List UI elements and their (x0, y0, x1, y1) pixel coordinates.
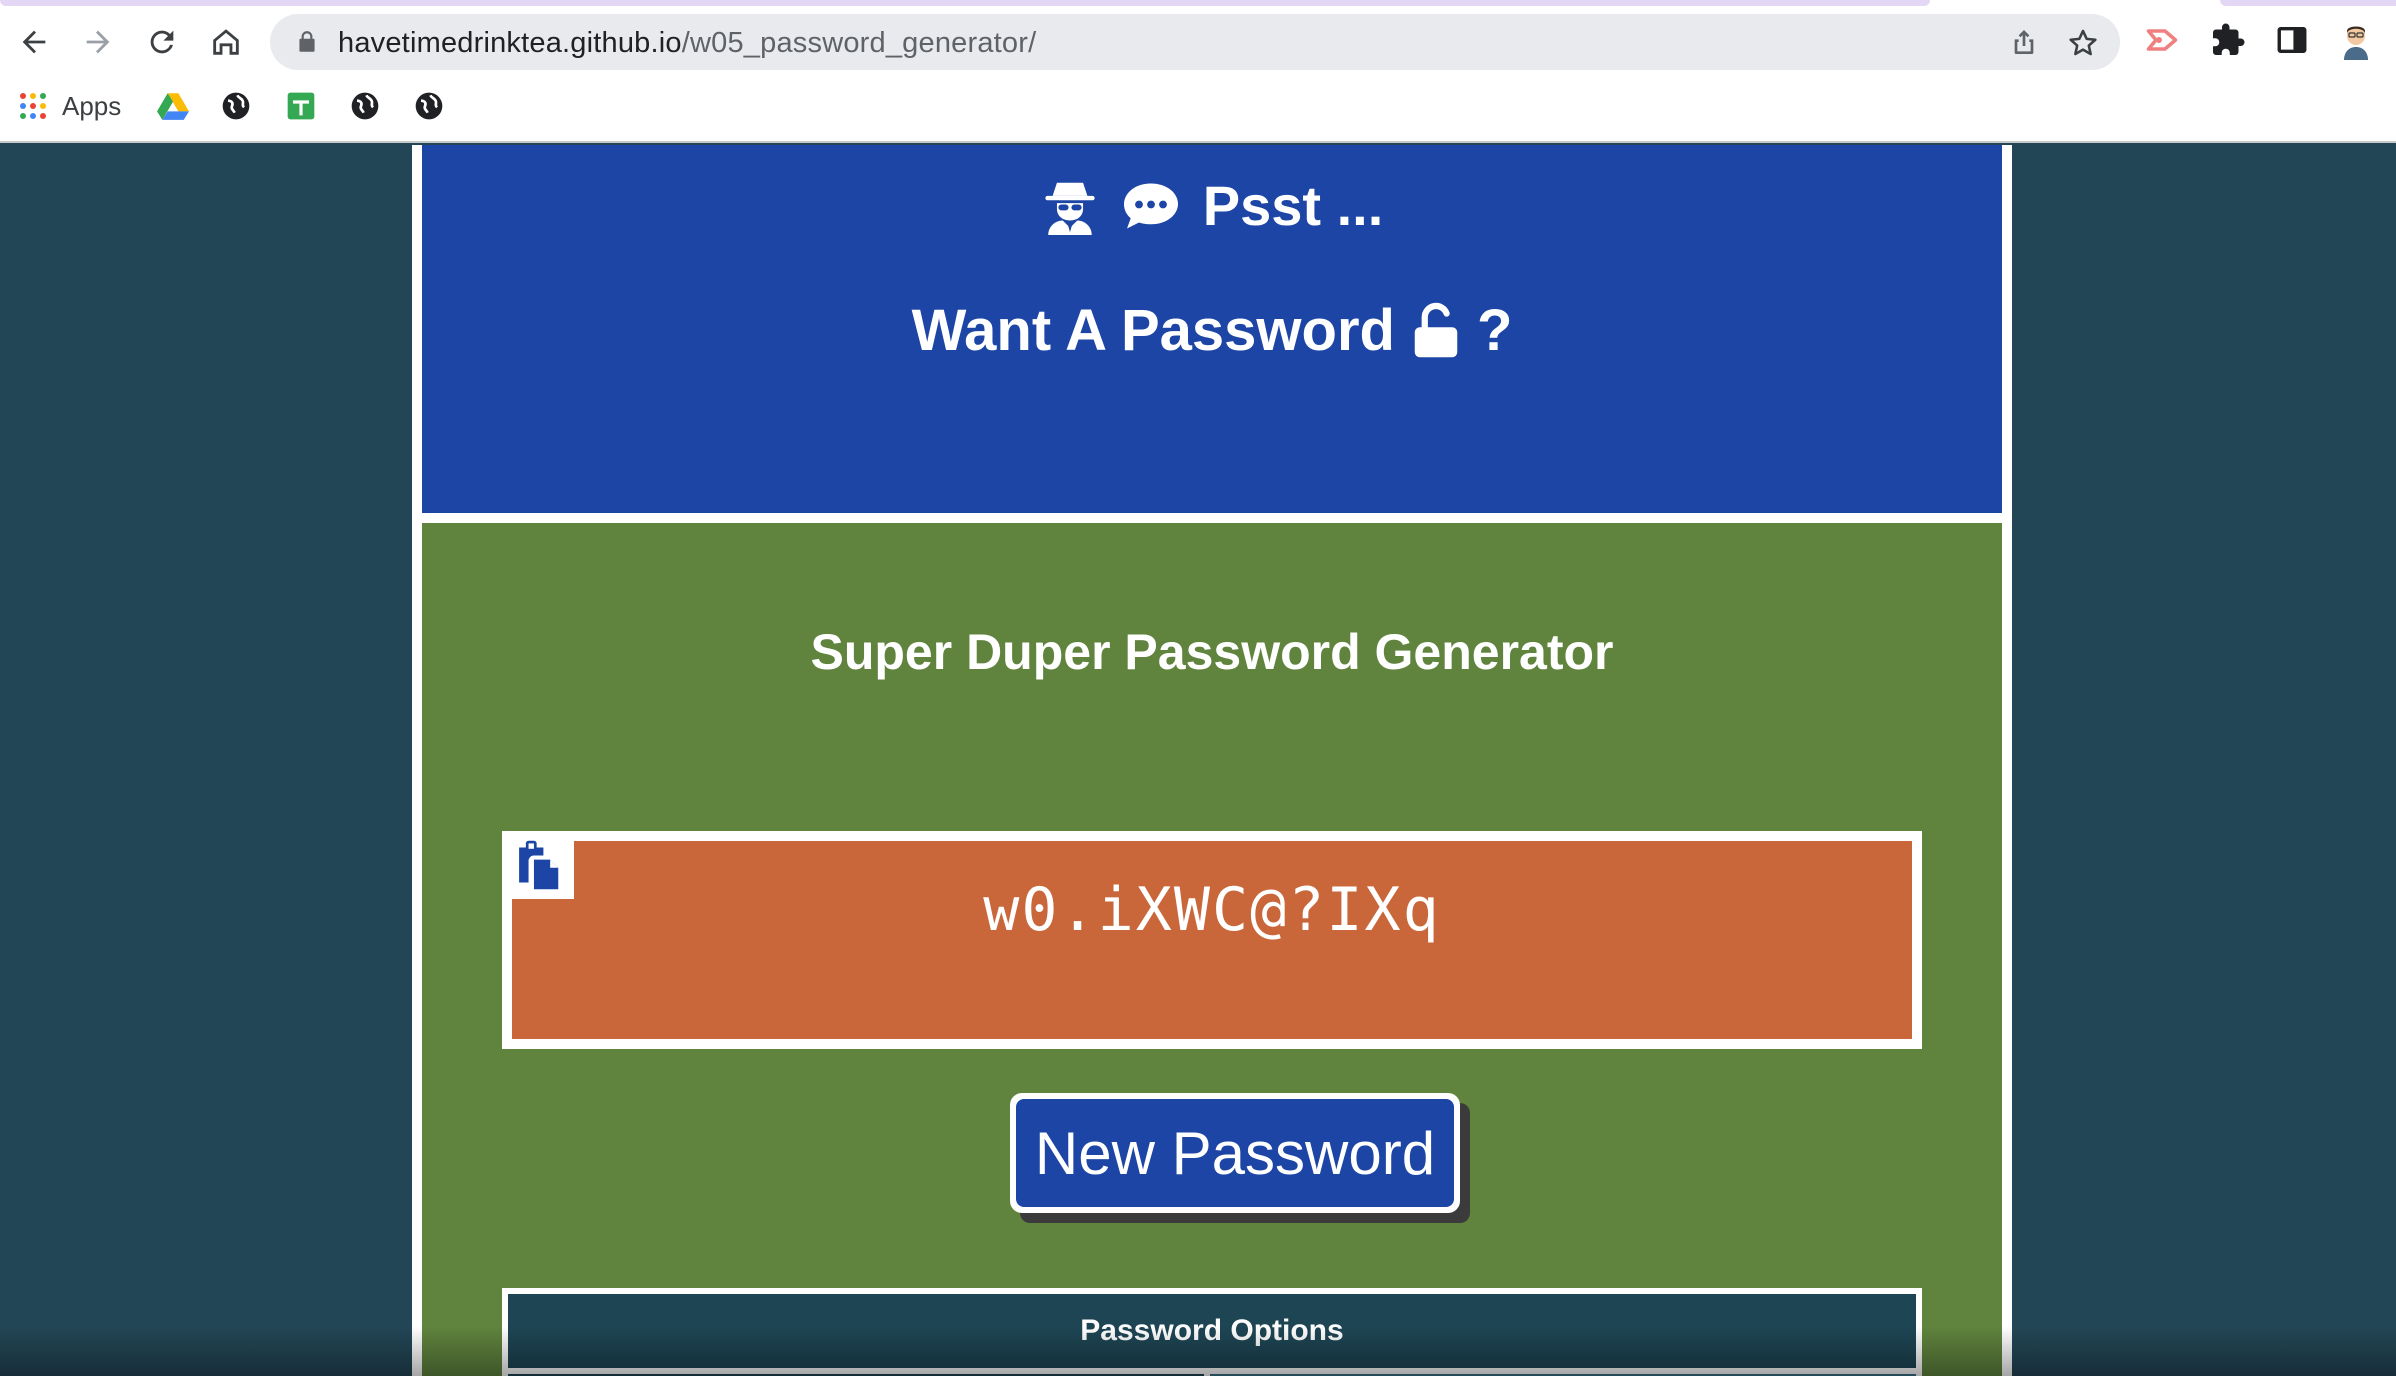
forward-button[interactable] (74, 18, 122, 66)
page-viewport: Psst ... Want A Password ? Super Duper P… (0, 145, 2396, 1376)
banner-line-1: Psst ... (422, 173, 2002, 238)
bookmark-google-drive[interactable] (157, 86, 189, 126)
generator-card: Super Duper Password Generator w0.iXWC@?… (412, 513, 2012, 1376)
back-button[interactable] (10, 18, 58, 66)
bookmark-globe-3[interactable] (413, 86, 445, 126)
bookmark-google-sheets[interactable] (285, 86, 317, 126)
home-button[interactable] (202, 18, 250, 66)
generator-card-body: Super Duper Password Generator w0.iXWC@?… (422, 523, 2002, 1376)
banner-psst-text: Psst ... (1202, 174, 1384, 237)
banner-line-2: Want A Password ? (422, 297, 2002, 364)
globe-icon (351, 92, 379, 120)
banner-question-mark: ? (1476, 298, 1513, 363)
spy-icon (1045, 182, 1095, 235)
url-path: /w05_password_generator/ (681, 27, 1037, 59)
url-text: havetimedrinktea.github.io/w05_password_… (338, 27, 1036, 60)
profile-avatar[interactable] (2336, 20, 2376, 60)
address-bar[interactable]: havetimedrinktea.github.io/w05_password_… (270, 14, 2120, 70)
password-options-header: Password Options (508, 1294, 1916, 1368)
header-banner-body: Psst ... Want A Password ? (422, 145, 2002, 569)
globe-icon (222, 92, 250, 120)
arrow-left-icon (22, 30, 46, 54)
tab-strip-edge (0, 0, 2396, 6)
apps-grid-icon (20, 93, 46, 119)
password-display: w0.iXWC@?IXq (502, 831, 1922, 1049)
extension-cast-icon[interactable] (2142, 20, 2182, 60)
new-password-button[interactable]: New Password (1010, 1093, 1460, 1213)
google-drive-icon (157, 93, 189, 120)
password-display-body: w0.iXWC@?IXq (512, 841, 1912, 1039)
share-icon[interactable] (2008, 26, 2040, 58)
side-panel-icon[interactable] (2272, 20, 2312, 60)
copy-password-button[interactable] (502, 831, 574, 899)
bookmark-star-icon[interactable] (2066, 26, 2100, 60)
browser-chrome: havetimedrinktea.github.io/w05_password_… (0, 0, 2396, 143)
bookmark-apps-label: Apps (62, 90, 122, 121)
extensions-puzzle-icon[interactable] (2208, 20, 2248, 60)
bookmark-globe-1[interactable] (220, 86, 252, 126)
arrow-right-icon (86, 30, 110, 54)
bookmark-apps[interactable]: Apps (18, 86, 121, 126)
password-options-table: Password Options (502, 1288, 1922, 1376)
new-password-button-label: New Password (1016, 1099, 1454, 1207)
bookmark-globe-2[interactable] (349, 86, 381, 126)
banner-question-text: Want A Password (911, 298, 1395, 363)
globe-icon (415, 92, 443, 120)
url-host: havetimedrinktea.github.io (338, 27, 682, 59)
speech-bubble-icon (1123, 183, 1178, 228)
home-icon (213, 29, 239, 55)
password-text[interactable]: w0.iXWC@?IXq (512, 875, 1912, 945)
reload-icon (150, 30, 174, 54)
bookmarks-bar: Apps (0, 82, 2396, 132)
reload-button[interactable] (138, 18, 186, 66)
unlock-icon (1414, 302, 1458, 357)
generator-title: Super Duper Password Generator (810, 624, 1614, 680)
avatar-icon (2344, 26, 2368, 60)
lock-icon (299, 31, 315, 52)
copy-clipboard-icon (519, 840, 559, 890)
google-sheets-icon (287, 92, 315, 120)
